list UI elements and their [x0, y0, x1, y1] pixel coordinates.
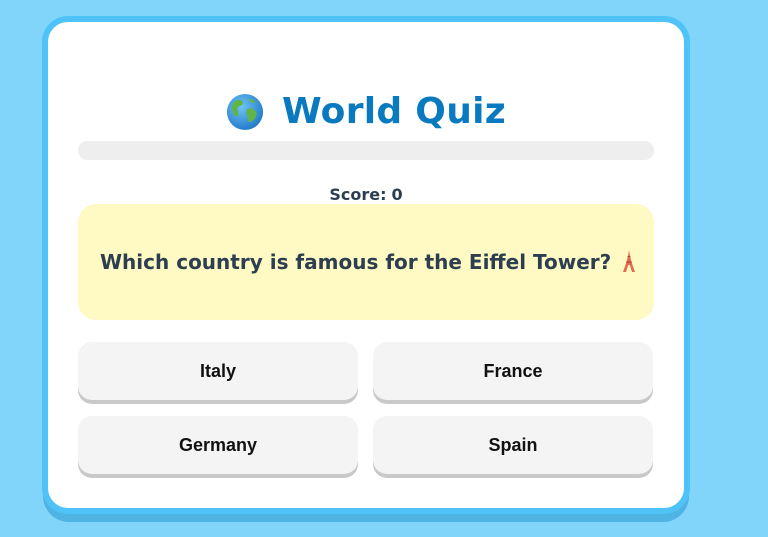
quiz-header: World Quiz	[48, 88, 684, 136]
progress-bar	[78, 141, 654, 160]
question: Which country is famous for the Eiffel T…	[100, 250, 637, 274]
question-text: Which country is famous for the Eiffel T…	[100, 250, 612, 274]
eiffel-tower-icon	[623, 250, 636, 272]
answer-button-spain[interactable]: Spain	[373, 416, 653, 474]
answer-button-germany[interactable]: Germany	[78, 416, 358, 474]
quiz-title: World Quiz	[281, 91, 507, 132]
score-label: Score:	[329, 185, 387, 204]
score-value: 0	[391, 185, 403, 204]
quiz-card: World Quiz Score: 0 Which country is famo…	[42, 16, 690, 514]
question-box: Which country is famous for the Eiffel T…	[78, 204, 654, 320]
answer-button-france[interactable]: France	[373, 342, 653, 400]
globe-icon	[226, 93, 264, 131]
answer-button-italy[interactable]: Italy	[78, 342, 358, 400]
score-display: Score: 0	[48, 185, 684, 204]
